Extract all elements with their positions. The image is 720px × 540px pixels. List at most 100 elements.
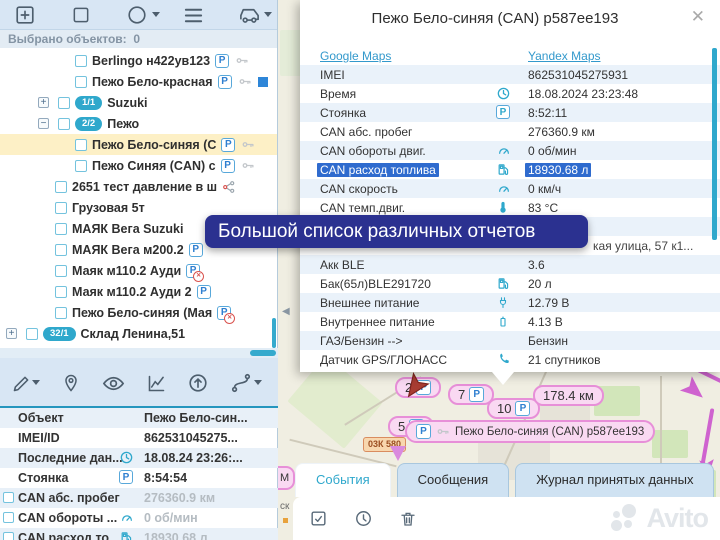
tree-item[interactable]: +32/1Склад Ленина,51 <box>0 323 277 344</box>
tree-checkbox[interactable] <box>55 181 67 193</box>
tree-item[interactable]: Berlingo н422ув123P <box>0 50 277 71</box>
map-green-area <box>652 430 688 458</box>
visibility-eye-icon[interactable] <box>100 370 126 396</box>
list-view-icon[interactable] <box>180 3 206 27</box>
tree-checkbox[interactable] <box>55 202 67 214</box>
battery-icon <box>497 315 509 328</box>
tab-сообщения[interactable]: Сообщения <box>397 463 510 497</box>
geofence-circle-icon[interactable] <box>124 3 150 27</box>
selected-count-bar: Выбрано объектов: 0 <box>0 30 277 48</box>
detail-label: Бак(65л)BLE291720 <box>320 277 431 291</box>
delete-icon[interactable] <box>399 510 417 528</box>
vehicle-filter-icon[interactable] <box>236 3 262 27</box>
tree-item[interactable]: +1/1Suzuki <box>0 92 277 113</box>
detail-label: Внутреннее питание <box>320 315 435 329</box>
detail-row: CAN обороты двиг.0 об/мин <box>300 141 720 160</box>
tree-checkbox[interactable] <box>55 223 67 235</box>
info-value: 18930.68 л <box>144 531 208 540</box>
add-object-icon[interactable] <box>12 3 38 27</box>
map-label-bubble[interactable]: 10P <box>487 398 540 419</box>
map-label-bubble[interactable]: 178.4 км <box>533 385 604 406</box>
detail-value: 862531045275931 <box>528 68 628 82</box>
sensor-checkbox[interactable] <box>3 512 14 523</box>
scrollbar-thumb[interactable] <box>250 350 276 356</box>
chevron-down-icon[interactable] <box>152 12 160 17</box>
detail-row: IMEI862531045275931 <box>300 65 720 84</box>
tree-item-label: Berlingo н422ув123 <box>92 54 210 68</box>
tree-checkbox[interactable] <box>75 160 87 172</box>
send-command-icon[interactable] <box>185 370 211 396</box>
map-label-bubble[interactable]: PПежо Бело-синяя (CAN) p587ee193 <box>405 420 655 443</box>
tree-item[interactable]: Маяк м110.2 АудиP <box>0 260 277 281</box>
tree-item[interactable]: Пежо Бело-синяя (СP <box>0 134 277 155</box>
tree-checkbox[interactable] <box>58 118 70 130</box>
tree-item[interactable]: −2/2Пежо <box>0 113 277 134</box>
map-label-bubble[interactable]: М <box>278 466 295 490</box>
watermark: Avito <box>611 503 709 534</box>
select-all-icon[interactable] <box>309 509 328 528</box>
collapse-icon[interactable]: − <box>38 118 49 129</box>
yandex-maps-link[interactable]: Yandex Maps <box>528 49 601 63</box>
tab-label: Сообщения <box>418 472 489 487</box>
tab-события[interactable]: События <box>295 463 391 497</box>
tree-checkbox[interactable] <box>75 55 87 67</box>
tab-журнал-принятых-данных[interactable]: Журнал принятых данных <box>515 463 714 497</box>
sat-icon <box>497 353 510 366</box>
tree-checkbox[interactable] <box>75 76 87 88</box>
tree-item-label: Пежо Синяя (CAN) с <box>92 159 216 173</box>
unselect-icon[interactable] <box>68 3 94 27</box>
horizontal-scrollbar[interactable] <box>0 348 278 358</box>
tree-checkbox[interactable] <box>55 286 67 298</box>
key-icon <box>240 138 256 151</box>
expand-icon[interactable]: + <box>6 328 17 339</box>
vertical-scrollbar-thumb[interactable] <box>272 318 276 348</box>
key-icon <box>237 75 253 88</box>
detail-value: 83 °C <box>528 201 558 215</box>
expand-icon[interactable]: + <box>38 97 49 108</box>
info-row: CAN обороты ...0 об/мин <box>0 508 278 528</box>
tree-checkbox[interactable] <box>55 244 67 256</box>
detail-value: 21 спутников <box>528 353 600 367</box>
tree-item[interactable]: Пежо Бело-синяя (МаяP <box>0 302 277 323</box>
detail-value: 3.6 <box>528 258 545 272</box>
chevron-down-icon[interactable] <box>32 380 40 385</box>
tree-item-label: Грузовая 5т <box>72 201 145 215</box>
tree-checkbox[interactable] <box>26 328 38 340</box>
sensor-checkbox[interactable] <box>3 532 14 540</box>
google-maps-link[interactable]: Google Maps <box>320 49 391 63</box>
tree-item-label: Пежо Бело-синяя (С <box>92 138 216 152</box>
map-links-row: Google Maps Yandex Maps <box>300 46 720 65</box>
sensor-checkbox[interactable] <box>3 492 14 503</box>
parking-badge: P <box>496 105 510 119</box>
parking-badge: P <box>416 424 431 439</box>
close-icon[interactable]: ✕ <box>691 7 705 27</box>
tree-checkbox[interactable] <box>58 97 70 109</box>
parking-badge: P <box>515 401 530 416</box>
detail-label: CAN абс. пробег <box>320 125 412 139</box>
location-pin-icon[interactable] <box>58 370 84 396</box>
count-badge: 32/1 <box>43 327 76 341</box>
detail-label: Стоянка <box>320 106 366 120</box>
panel-collapse-icon[interactable]: ◀ <box>282 306 290 317</box>
popup-scrollbar[interactable] <box>712 48 717 240</box>
map-label-bubble[interactable]: 7P <box>448 384 494 405</box>
history-clock-icon[interactable] <box>354 509 373 528</box>
edit-icon[interactable] <box>8 370 34 396</box>
tree-item[interactable]: 2651 тест давление в ш <box>0 176 277 197</box>
tree-item[interactable]: Пежо Бело-краснаяP <box>0 71 277 92</box>
tree-item[interactable]: Маяк м110.2 Ауди 2P <box>0 281 277 302</box>
tree-checkbox[interactable] <box>75 139 87 151</box>
detail-row: CAN расход топлива18930.68 л <box>300 160 720 179</box>
detail-value: 8:52:11 <box>528 106 567 120</box>
detail-row: Внутреннее питание4.13 В <box>300 312 720 331</box>
info-value: Пежо Бело-син... <box>144 411 248 425</box>
chevron-down-icon[interactable] <box>264 12 272 17</box>
route-icon[interactable] <box>228 370 254 396</box>
tree-checkbox[interactable] <box>55 307 67 319</box>
chart-icon[interactable] <box>143 370 169 396</box>
fuel-icon <box>497 163 510 176</box>
tree-item[interactable]: Пежо Синяя (CAN) сP <box>0 155 277 176</box>
chevron-down-icon[interactable] <box>254 380 262 385</box>
detail-row: Время18.08.2024 23:23:48 <box>300 84 720 103</box>
tree-checkbox[interactable] <box>55 265 67 277</box>
